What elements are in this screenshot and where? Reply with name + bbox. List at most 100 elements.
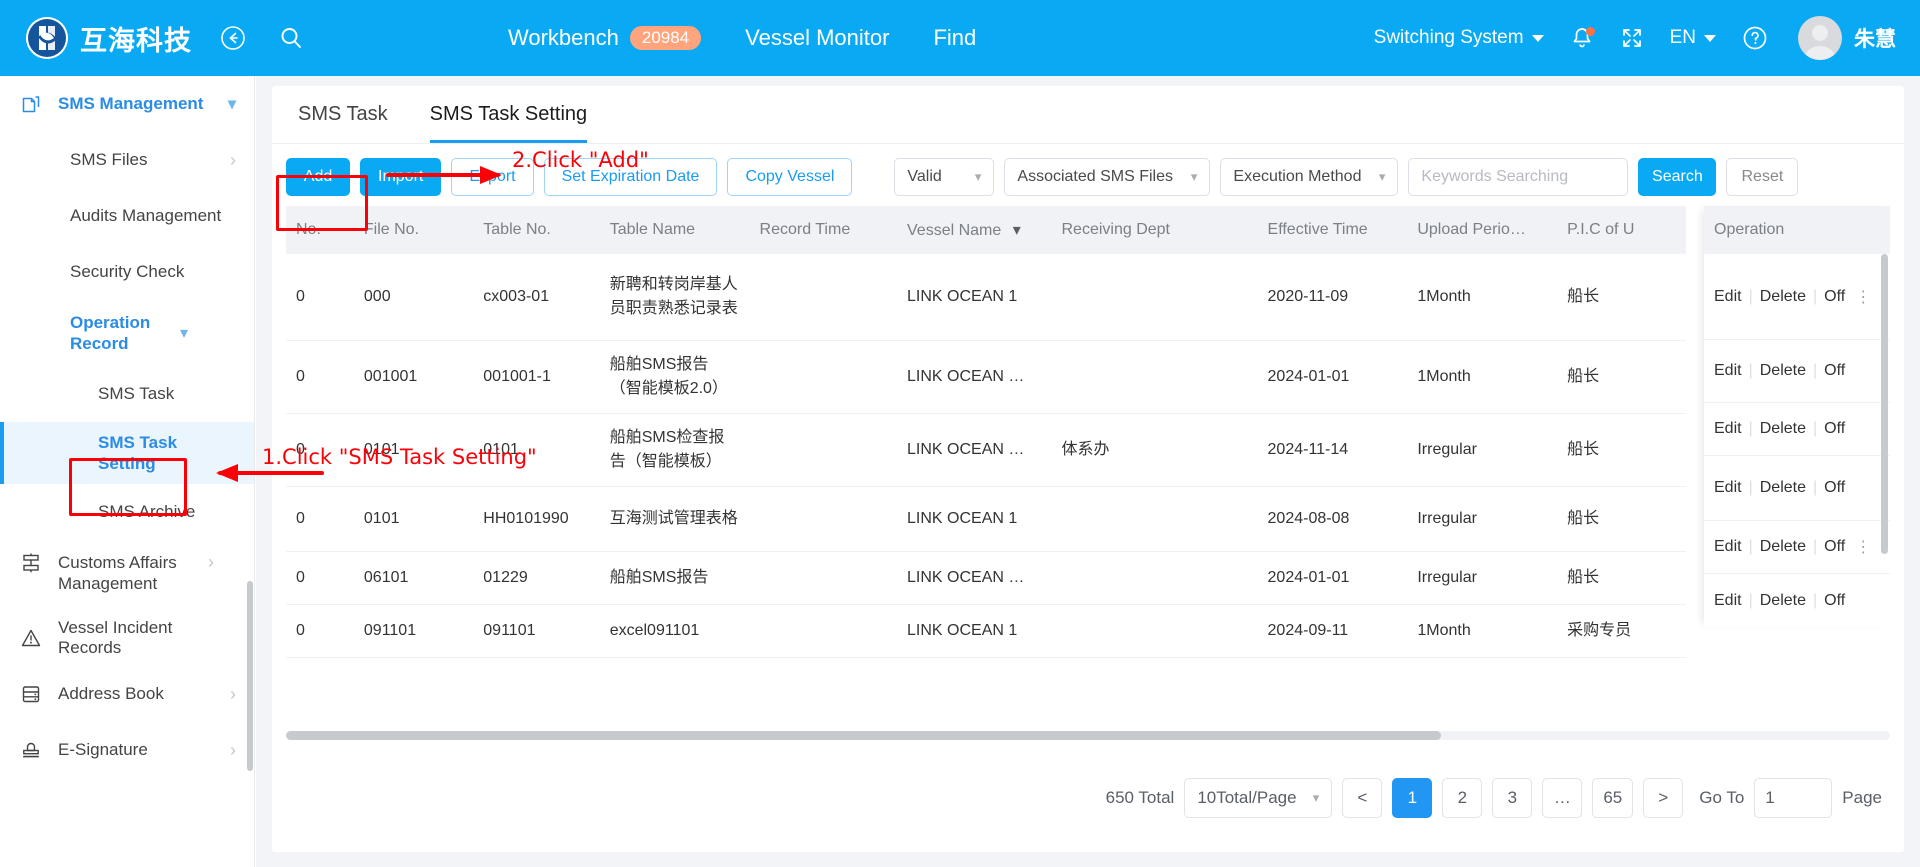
valid-filter-select[interactable]: Valid ▾ [894, 158, 995, 196]
back-arrow-icon[interactable] [216, 21, 250, 55]
sidebar-scrollbar[interactable] [247, 581, 253, 771]
sort-caret-icon[interactable]: ▾ [1013, 222, 1021, 239]
page-button-2[interactable]: 2 [1442, 778, 1483, 818]
sidebar-item-address-book[interactable]: Address Book › [0, 666, 254, 722]
next-page-button[interactable]: > [1643, 778, 1684, 818]
more-actions-icon[interactable]: ⋮ [1855, 287, 1872, 307]
off-link[interactable]: Off [1824, 479, 1845, 497]
sidebar-item-operation-record[interactable]: Operation Record ▾ [0, 300, 254, 366]
keywords-search-input[interactable]: Keywords Searching [1408, 158, 1629, 196]
cell-table-name: 互海测试管理表格 [599, 486, 750, 552]
col-file-no[interactable]: File No. [353, 206, 474, 254]
help-button[interactable] [1742, 25, 1768, 51]
tab-sms-task-setting[interactable]: SMS Task Setting [429, 86, 588, 143]
sidebar-item-sms-files[interactable]: SMS Files › [0, 132, 254, 188]
top-header-bar: 互海科技 Workbench 20984 Vessel Monitor Find… [0, 0, 1920, 76]
execution-method-select[interactable]: Execution Method ▾ [1220, 158, 1399, 196]
off-link[interactable]: Off [1824, 362, 1845, 380]
chevron-down-icon [1704, 34, 1716, 42]
sidebar-item-vessel-incident-records[interactable]: Vessel Incident Records [0, 610, 254, 666]
goto-page-input[interactable]: 1 [1754, 778, 1833, 818]
fullscreen-button[interactable] [1620, 26, 1644, 50]
operation-cell: Edit | Delete | Off ⋮ [1704, 254, 1890, 340]
col-table-no[interactable]: Table No. [473, 206, 600, 254]
delete-link[interactable]: Delete [1760, 420, 1806, 438]
tab-sms-task[interactable]: SMS Task [298, 86, 388, 143]
sidebar-item-label: Address Book [58, 684, 164, 703]
page-ellipsis[interactable]: … [1542, 778, 1583, 818]
chevron-down-icon: ▾ [974, 169, 982, 184]
sidebar-item-customs-affairs-management[interactable]: Customs Affairs Management › [0, 540, 254, 610]
search-button[interactable]: Search [1638, 158, 1717, 196]
edit-link[interactable]: Edit [1714, 538, 1742, 556]
col-receiving-dept[interactable]: Receiving Dept [1051, 206, 1258, 254]
col-pic-of-upload[interactable]: P.I.C of U [1557, 206, 1686, 254]
edit-link[interactable]: Edit [1714, 479, 1742, 497]
sidebar-item-e-signature[interactable]: E-Signature › [0, 722, 254, 778]
off-link[interactable]: Off [1824, 288, 1845, 306]
nav-item-find[interactable]: Find [933, 25, 976, 51]
sidebar-item-audits-management[interactable]: Audits Management [0, 188, 254, 244]
table-horizontal-scrollbar-track[interactable] [286, 731, 1890, 740]
nav-item-workbench[interactable]: Workbench 20984 [508, 25, 702, 51]
search-icon[interactable] [274, 21, 308, 55]
col-upload-period[interactable]: Upload Perio… [1407, 206, 1558, 254]
cell-vessel-name: LINK OCEAN 1 [897, 604, 1052, 658]
switching-system-dropdown[interactable]: Switching System [1374, 27, 1544, 49]
nav-item-vessel-monitor[interactable]: Vessel Monitor [745, 25, 889, 51]
separator: | [1812, 287, 1818, 305]
total-records-label: 650 Total [1105, 788, 1175, 807]
sidebar-group-sms-management[interactable]: SMS Management ▾ [0, 76, 254, 132]
associated-sms-files-select[interactable]: Associated SMS Files ▾ [1004, 158, 1211, 196]
edit-link[interactable]: Edit [1714, 288, 1742, 306]
chevron-right-icon: › [230, 683, 236, 704]
delete-link[interactable]: Delete [1760, 362, 1806, 380]
notifications-button[interactable] [1570, 26, 1595, 51]
separator: | [1812, 420, 1818, 437]
delete-link[interactable]: Delete [1760, 592, 1806, 610]
table-row[interactable]: 0 091101 091101 excel091101 LINK OCEAN 1… [286, 604, 1686, 658]
page-button-last[interactable]: 65 [1592, 778, 1634, 818]
cell-effective-time: 2024-01-01 [1257, 551, 1408, 605]
col-record-time[interactable]: Record Time [749, 206, 897, 254]
cell-receiving-dept: 体系办 [1051, 413, 1258, 487]
reset-button[interactable]: Reset [1726, 158, 1799, 196]
table-header-row: No. File No. Table No. Table Name Record… [286, 206, 1686, 254]
nav-label-find: Find [933, 25, 977, 50]
table-horizontal-scrollbar-thumb[interactable] [286, 731, 1441, 740]
language-selector[interactable]: EN [1670, 27, 1716, 49]
edit-link[interactable]: Edit [1714, 362, 1742, 380]
table-row[interactable]: 0 000 cx003-01 新聘和转岗岸基人员职责熟悉记录表 LINK OCE… [286, 254, 1686, 341]
off-link[interactable]: Off [1824, 420, 1845, 438]
sidebar-item-sms-task[interactable]: SMS Task [0, 366, 254, 422]
sidebar-item-security-check[interactable]: Security Check [0, 244, 254, 300]
col-effective-time[interactable]: Effective Time [1257, 206, 1408, 254]
edit-link[interactable]: Edit [1714, 592, 1742, 610]
delete-link[interactable]: Delete [1760, 288, 1806, 306]
page-button-1[interactable]: 1 [1392, 778, 1433, 818]
tab-label: SMS Task Setting [429, 103, 588, 125]
table-row[interactable]: 0 06101 01229 船舶SMS报告 LINK OCEAN … 2024-… [286, 551, 1686, 605]
avatar[interactable] [1798, 16, 1842, 60]
copy-vessel-button[interactable]: Copy Vessel [727, 158, 853, 196]
separator: | [1748, 420, 1753, 437]
page-button-3[interactable]: 3 [1492, 778, 1533, 818]
prev-page-button[interactable]: < [1342, 778, 1383, 818]
delete-link[interactable]: Delete [1760, 538, 1806, 556]
table-row[interactable]: 0 0101 HH0101990 互海测试管理表格 LINK OCEAN 1 2… [286, 486, 1686, 552]
table-row[interactable]: 0 001001 001001-1 船舶SMS报告（智能模板2.0） LINK … [286, 340, 1686, 414]
notification-dot-badge [1585, 26, 1595, 36]
delete-link[interactable]: Delete [1760, 479, 1806, 497]
edit-link[interactable]: Edit [1714, 420, 1742, 438]
col-vessel-name[interactable]: Vessel Name ▾ [897, 206, 1052, 254]
cell-record-time [749, 604, 897, 658]
cell-table-name: 船舶SMS报告 [599, 551, 750, 605]
cell-file-no: 001001 [353, 340, 474, 414]
off-link[interactable]: Off [1824, 592, 1845, 610]
col-table-name[interactable]: Table Name [599, 206, 750, 254]
table-vertical-scrollbar[interactable] [1881, 254, 1888, 554]
cell-record-time [749, 340, 897, 414]
off-link[interactable]: Off [1824, 538, 1845, 556]
page-size-select[interactable]: 10Total/Page ▾ [1184, 778, 1333, 818]
more-actions-icon[interactable]: ⋮ [1855, 537, 1872, 557]
